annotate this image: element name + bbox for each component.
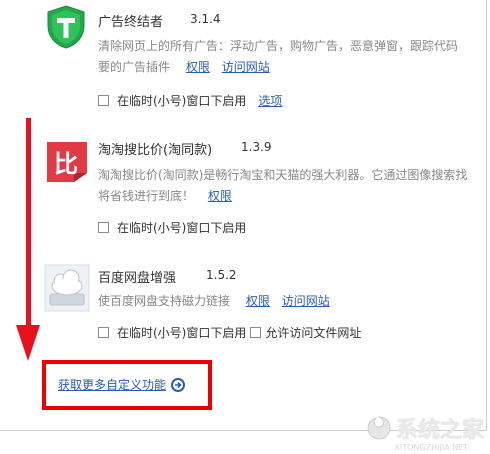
incognito-checkbox[interactable] — [98, 327, 109, 338]
extension-description: 清除网页上的所有广告：浮动广告，购物广告，恶意弹窗，跟踪代码 — [98, 39, 459, 53]
watermark-logo-icon — [367, 416, 391, 440]
annotation-arrow-head — [16, 325, 40, 361]
visit-site-link[interactable]: 访问网站 — [282, 294, 330, 308]
incognito-checkbox[interactable] — [98, 95, 109, 106]
visit-site-link[interactable]: 访问网站 — [222, 60, 270, 74]
incognito-option: 在临时(小号)窗口下启用 — [98, 219, 246, 236]
badge-glyph: 比 — [54, 150, 78, 178]
annotation-arrow-shaft — [26, 118, 31, 328]
extension-description: 使百度网盘支持磁力链接 权限 访问网站 — [98, 294, 330, 308]
extension-name: 广告终结者 — [98, 15, 164, 30]
incognito-label: 在临时(小号)窗口下启用 — [117, 94, 247, 108]
watermark: 系统之家 — [366, 412, 484, 444]
incognito-option: 在临时(小号)窗口下启用 允许访问文件网址 — [98, 324, 361, 341]
watermark-text: 系统之家 — [395, 418, 484, 443]
permissions-link[interactable]: 权限 — [208, 189, 232, 203]
extension-description-cont: 要的广告插件 权限 访问网站 — [98, 60, 270, 74]
price-compare-icon: 比 — [44, 139, 90, 185]
permissions-link[interactable]: 权限 — [186, 60, 210, 74]
extension-version: 1.3.9 — [241, 140, 272, 154]
cloud-drive-icon — [44, 264, 90, 312]
extension-version: 3.1.4 — [190, 12, 221, 26]
file-url-checkbox[interactable] — [250, 327, 262, 338]
watermark-url: XITONGZHIJIA.NET — [394, 443, 468, 452]
options-link[interactable]: 选项 — [258, 92, 282, 109]
incognito-option: 在临时(小号)窗口下启用 选项 — [98, 92, 282, 109]
incognito-label: 在临时(小号)窗口下启用 — [117, 221, 247, 235]
extension-version: 1.5.2 — [206, 268, 237, 282]
incognito-checkbox[interactable] — [98, 222, 109, 233]
extension-name: 百度网盘增强 — [98, 271, 177, 286]
permissions-link[interactable]: 权限 — [246, 294, 270, 308]
extension-name: 淘淘搜比价(淘同款) — [98, 143, 213, 158]
extension-description-cont: 将省钱进行到底！ 权限 — [98, 189, 232, 203]
shield-icon — [44, 4, 88, 50]
file-url-label: 允许访问文件网址 — [265, 326, 362, 340]
incognito-label: 在临时(小号)窗口下启用 — [117, 326, 247, 340]
annotation-highlight-box — [42, 360, 212, 410]
extension-description: 淘淘搜比价(淘同款)是畅行淘宝和天猫的强大利器。它通过图像搜索找 — [98, 168, 468, 182]
